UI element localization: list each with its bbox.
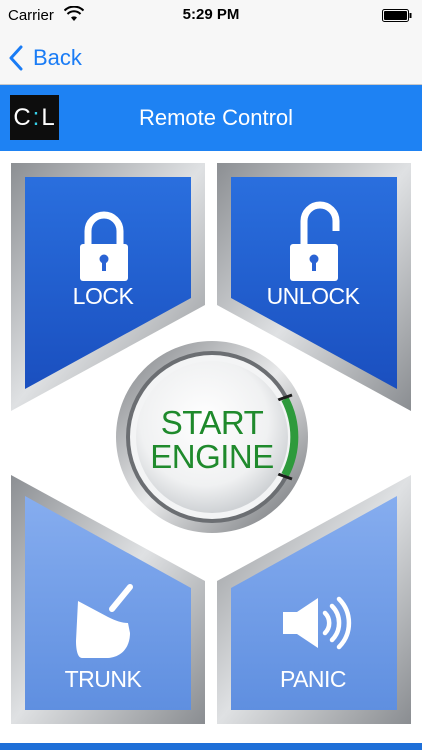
page-title: Remote Control — [138, 105, 294, 130]
app-header: Remote Control C:L — [0, 85, 422, 151]
bottom-accent-bar — [0, 743, 422, 750]
app-logo: C:L — [10, 95, 59, 140]
start-engine-label: START ENGINE — [117, 406, 307, 474]
logo-letter-l: L — [41, 103, 56, 131]
navigation-bar: Back — [0, 32, 422, 85]
back-label: Back — [33, 45, 82, 70]
unlock-button[interactable] — [217, 163, 411, 363]
start-label-line2: ENGINE — [150, 438, 274, 475]
start-label-line1: START — [160, 404, 264, 441]
logo-dot: : — [32, 103, 41, 131]
lock-button[interactable] — [11, 163, 205, 363]
status-bar: Carrier 5:29 PM — [0, 0, 422, 32]
back-button[interactable]: Back — [8, 40, 82, 76]
chevron-left-icon — [9, 45, 23, 71]
clock: 5:29 PM — [182, 6, 240, 23]
trunk-button[interactable] — [11, 521, 205, 724]
logo-letter-c: C — [13, 103, 32, 131]
battery-icon — [382, 9, 412, 22]
remote-control-pad: LOCK UNLOCK TRUNK PANIC START ENGINE — [0, 151, 422, 743]
panic-button[interactable] — [217, 521, 411, 724]
